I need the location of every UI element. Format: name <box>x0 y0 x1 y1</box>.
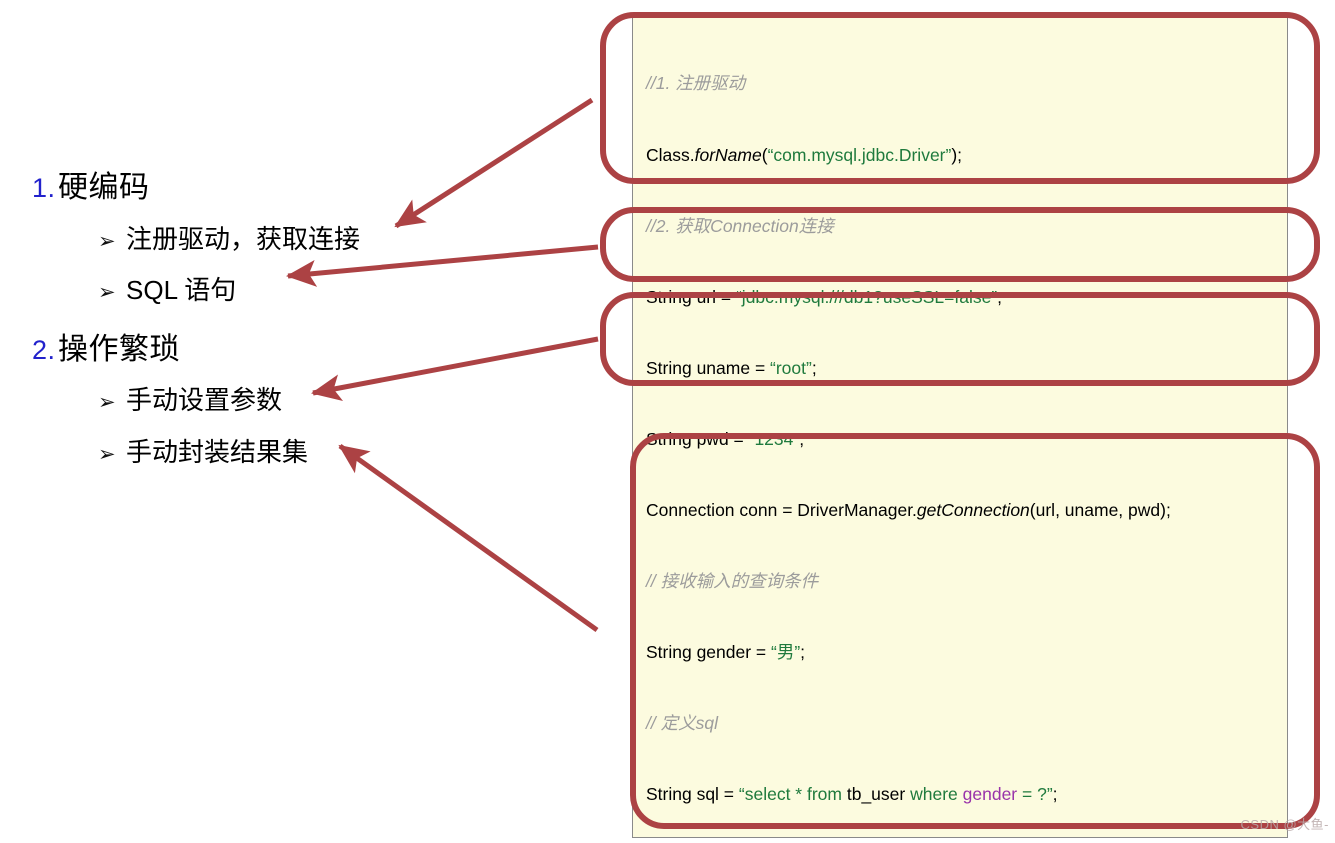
arrow-bullet-icon: ➢ <box>98 280 116 304</box>
outline-list: 1. 硬编码 ➢ 注册驱动，获取连接 ➢ SQL 语句 2. 操作繁琐 ➢ 手动… <box>0 0 600 843</box>
outline-subitem-4-label: 手动封装结果集 <box>126 437 309 467</box>
slide-canvas: 1. 硬编码 ➢ 注册驱动，获取连接 ➢ SQL 语句 2. 操作繁琐 ➢ 手动… <box>0 0 1335 843</box>
arrow-bullet-icon: ➢ <box>98 390 116 414</box>
outline-subitem-3: ➢ 手动设置参数 <box>0 380 282 417</box>
outline-subitem-2-label: SQL 语句 <box>126 275 237 305</box>
callout-box-wrap-result-set <box>630 433 1320 829</box>
outline-item-1: 1. 硬编码 <box>0 162 150 206</box>
outline-subitem-1-label: 注册驱动，获取连接 <box>126 224 361 254</box>
outline-subitem-1: ➢ 注册驱动，获取连接 <box>0 219 360 256</box>
arrow-bullet-icon: ➢ <box>98 229 116 253</box>
outline-item-1-marker: 1. <box>32 173 56 203</box>
outline-subitem-4: ➢ 手动封装结果集 <box>0 432 308 469</box>
arrow-bullet-icon: ➢ <box>98 442 116 466</box>
outline-item-2-label: 操作繁琐 <box>58 333 180 366</box>
outline-item-2-marker: 2. <box>32 335 56 365</box>
callout-box-sql-statement <box>600 207 1320 282</box>
outline-item-1-label: 硬编码 <box>58 171 150 204</box>
outline-subitem-3-label: 手动设置参数 <box>126 385 283 415</box>
callout-box-set-parameters <box>600 292 1320 386</box>
outline-subitem-2: ➢ SQL 语句 <box>0 270 236 307</box>
watermark: CSDN @大鱼- <box>1240 817 1329 832</box>
callout-box-register-driver <box>600 12 1320 184</box>
outline-item-2: 2. 操作繁琐 <box>0 324 180 368</box>
